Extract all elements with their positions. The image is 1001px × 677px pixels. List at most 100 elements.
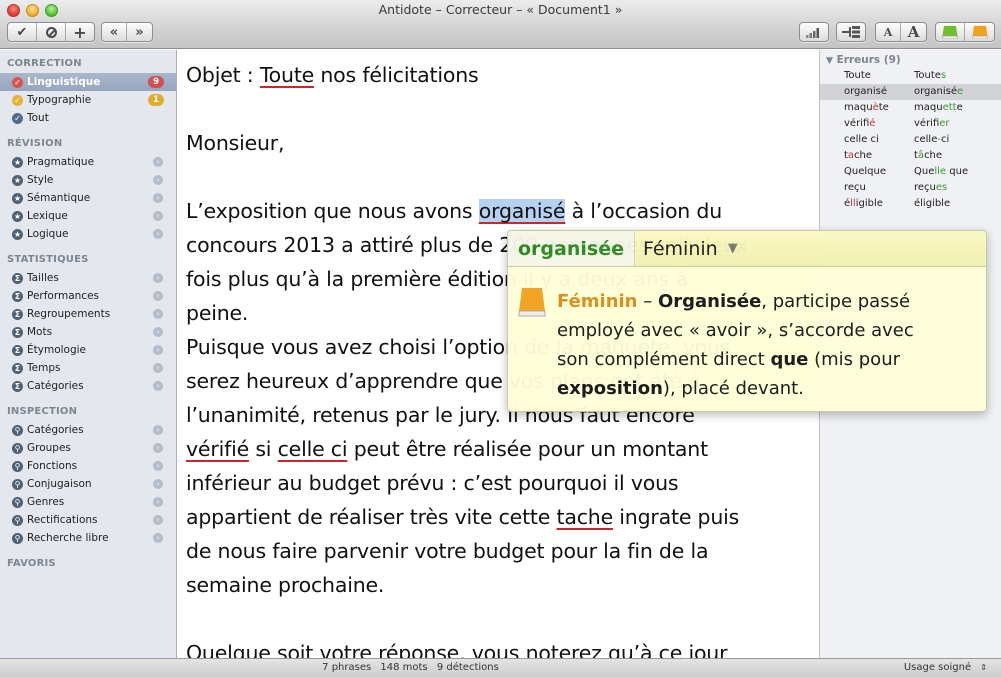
document-line[interactable]: Monsieur, xyxy=(186,126,811,160)
chevron-right-icon[interactable]: › xyxy=(153,327,163,337)
sidebar-item-style[interactable]: ★ Style › xyxy=(0,171,176,189)
previous-error-button[interactable]: « xyxy=(102,23,128,41)
error-row[interactable]: maquète maquette xyxy=(820,100,1001,116)
document-line[interactable]: vérifié si celle ci peut être réalisée p… xyxy=(186,432,811,466)
flagged-word[interactable]: vérifié xyxy=(186,437,249,461)
chevron-right-icon[interactable]: › xyxy=(153,533,163,543)
next-error-button[interactable]: » xyxy=(127,23,152,41)
document-line[interactable]: Objet : Toute nos félicitations xyxy=(186,58,811,92)
text-run: maqu xyxy=(914,102,943,113)
sidebar-item-tailles[interactable]: Σ Tailles › xyxy=(0,269,176,287)
magnifier-icon: ⚲ xyxy=(12,424,23,436)
sidebar-item-logique[interactable]: ★ Logique › xyxy=(0,225,176,243)
document-line[interactable] xyxy=(186,160,811,194)
sidebar-item-conjugaison[interactable]: ⚲ Conjugaison › xyxy=(0,475,176,493)
error-row[interactable]: reçu reçues xyxy=(820,180,1001,196)
error-row[interactable]: élligible éligible xyxy=(820,196,1001,212)
document-line[interactable] xyxy=(186,602,811,636)
sidebar-item-fonctions[interactable]: ⚲ Fonctions › xyxy=(0,457,176,475)
add-button[interactable]: + xyxy=(66,23,94,41)
sidebar-item-lexique[interactable]: ★ Lexique › xyxy=(0,207,176,225)
text-run: organisé xyxy=(844,86,888,97)
text-run: Toute xyxy=(844,70,871,81)
error-row[interactable]: organisé organisée xyxy=(820,84,1001,100)
document-line[interactable]: appartient de réaliser très vite cette t… xyxy=(186,500,811,534)
sidebar-item-tout[interactable]: ✓ Tout xyxy=(0,109,176,127)
chevron-right-icon[interactable]: › xyxy=(153,345,163,355)
sidebar-item-pragmatique[interactable]: ★ Pragmatique › xyxy=(0,153,176,171)
error-row[interactable]: Quelque Quelle que xyxy=(820,164,1001,180)
flagged-word[interactable]: organisé xyxy=(478,199,566,223)
sidebar-item-etymologie[interactable]: Σ Étymologie › xyxy=(0,341,176,359)
sidebar-item-categories-inspection[interactable]: ⚲ Catégories › xyxy=(0,421,176,439)
sidebar-item-regroupements[interactable]: Σ Regroupements › xyxy=(0,305,176,323)
chevron-right-icon[interactable]: › xyxy=(153,157,163,167)
increase-text-size-button[interactable]: A xyxy=(901,23,926,41)
dictionaries-button[interactable] xyxy=(936,23,966,41)
document-line[interactable]: L’exposition que nous avons organisé à l… xyxy=(186,194,811,228)
errors-panel-header[interactable]: ▼ Erreurs (9) xyxy=(820,50,1001,68)
category-dropdown[interactable]: Féminin ▼ xyxy=(635,238,738,260)
chevron-right-icon[interactable]: › xyxy=(153,381,163,391)
usage-level-select[interactable]: Usage soigné ⇕ xyxy=(904,662,987,673)
text-run: éligible xyxy=(914,198,951,209)
guides-button[interactable] xyxy=(965,23,994,41)
chevron-right-icon[interactable]: › xyxy=(153,479,163,489)
chevron-right-icon[interactable]: › xyxy=(153,175,163,185)
sidebar-item-groupes[interactable]: ⚲ Groupes › xyxy=(0,439,176,457)
magnifier-icon: ⚲ xyxy=(12,478,23,490)
error-row[interactable]: vérifié vérifier xyxy=(820,116,1001,132)
text-run: Organisée xyxy=(657,291,762,312)
ignore-button[interactable] xyxy=(37,23,66,41)
sidebar-item-rectifications[interactable]: ⚲ Rectifications › xyxy=(0,511,176,529)
magnifier-icon: ⚲ xyxy=(12,514,23,526)
suggestion-button[interactable]: organisée xyxy=(508,231,635,266)
disclosure-triangle-icon[interactable]: ▼ xyxy=(826,56,833,66)
sidebar-item-temps[interactable]: Σ Temps › xyxy=(0,359,176,377)
explanation-text: Féminin – Organisée, participe passé empl… xyxy=(522,287,962,403)
decrease-text-size-button[interactable]: A xyxy=(876,23,902,41)
chevron-right-icon[interactable]: › xyxy=(153,443,163,453)
flagged-word[interactable]: Toute xyxy=(260,63,314,87)
chevron-right-icon[interactable]: › xyxy=(153,273,163,283)
sidebar-item-recherche-libre[interactable]: ⚲ Recherche libre › xyxy=(0,529,176,547)
sidebar-item-semantique[interactable]: ★ Sémantique › xyxy=(0,189,176,207)
error-row[interactable]: Toute Toutes xyxy=(820,68,1001,84)
text-run: ), placé devant. xyxy=(662,378,804,399)
sidebar-item-mots[interactable]: Σ Mots › xyxy=(0,323,176,341)
chevron-right-icon[interactable]: › xyxy=(153,229,163,239)
structure-button[interactable] xyxy=(837,23,865,41)
sidebar-item-linguistique[interactable]: ✓ Linguistique 9 xyxy=(0,73,176,91)
statistics-button[interactable] xyxy=(800,23,828,41)
chevron-right-icon[interactable]: › xyxy=(153,425,163,435)
sidebar-item-label: Linguistique xyxy=(27,76,101,88)
document-line[interactable]: Quelque soit votre réponse, vous noterez… xyxy=(186,636,811,658)
document-line[interactable]: semaine prochaine. xyxy=(186,568,811,602)
chevron-right-icon[interactable]: › xyxy=(153,193,163,203)
chevron-right-icon[interactable]: › xyxy=(153,211,163,221)
category-link[interactable]: Féminin xyxy=(557,291,638,312)
chevron-right-icon[interactable]: › xyxy=(153,363,163,373)
document-line[interactable] xyxy=(186,92,811,126)
error-row[interactable]: celle ci celle-ci xyxy=(820,132,1001,148)
error-row[interactable]: tache tâche xyxy=(820,148,1001,164)
sidebar-item-performances[interactable]: Σ Performances › xyxy=(0,287,176,305)
chevron-right-icon[interactable]: › xyxy=(153,291,163,301)
window-title: Antidote – Correcteur – « Document1 » xyxy=(378,2,623,17)
flagged-word[interactable]: celle ci xyxy=(278,437,348,461)
original-word: élligible xyxy=(820,196,914,212)
flagged-word[interactable]: tache xyxy=(557,505,614,529)
chevron-right-icon[interactable]: › xyxy=(153,515,163,525)
accept-button[interactable]: ✔ xyxy=(8,23,37,41)
document-line[interactable]: de nous faire parvenir votre budget pour… xyxy=(186,534,811,568)
sidebar-item-categories-stats[interactable]: Σ Catégories › xyxy=(0,377,176,395)
chevron-right-icon[interactable]: › xyxy=(153,309,163,319)
sidebar-item-typographie[interactable]: ✓ Typographie 1 xyxy=(0,91,176,109)
chevron-right-icon[interactable]: › xyxy=(153,497,163,507)
document-line[interactable]: inférieur au budget prévu : c’est pourqu… xyxy=(186,466,811,500)
text-run: que xyxy=(946,166,969,177)
sidebar-item-genres[interactable]: ⚲ Genres › xyxy=(0,493,176,511)
blue-check-icon: ✓ xyxy=(12,112,23,124)
chevron-right-icon[interactable]: › xyxy=(153,461,163,471)
flagged-word[interactable]: Quelque xyxy=(186,641,271,658)
